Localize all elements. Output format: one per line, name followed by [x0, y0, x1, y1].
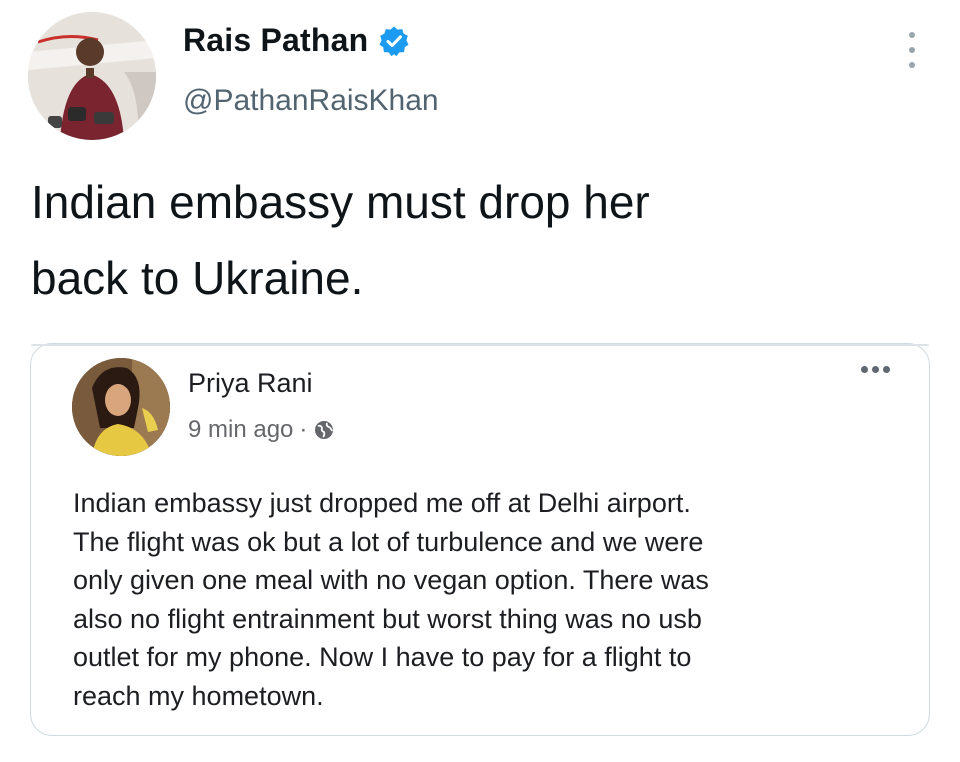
author-handle[interactable]: @PathanRaisKhan	[183, 84, 439, 118]
tweet-text-line: Indian embassy must drop her	[31, 176, 650, 228]
quoted-text-line: reach my hometown.	[73, 680, 324, 711]
quoted-text-line: outlet for my phone. Now I have to pay f…	[73, 642, 692, 672]
tweet-text: Indian embassy must drop her back to Ukr…	[31, 164, 911, 316]
quoted-more-options-icon[interactable]	[861, 366, 890, 373]
quoted-author-avatar[interactable]	[72, 358, 170, 456]
post-timestamp[interactable]: 9 min ago	[188, 416, 293, 444]
quoted-text-line: The flight was ok but a lot of turbulenc…	[73, 526, 704, 557]
verified-badge-icon	[378, 25, 410, 57]
quoted-text-line: only given one meal with no vegan option…	[73, 565, 709, 595]
quoted-post-card[interactable]: Priya Rani 9 min ago · Indian embassy ju…	[30, 343, 930, 736]
quoted-post-meta: 9 min ago ·	[188, 416, 335, 444]
quoted-author-name[interactable]: Priya Rani	[188, 368, 313, 399]
card-divider	[31, 344, 929, 346]
profile-photo-speaker-icon	[28, 12, 156, 140]
author-name[interactable]: Rais Pathan	[183, 22, 368, 59]
quoted-text-line: Indian embassy just dropped me off at De…	[73, 488, 691, 518]
quoted-text-line: also no flight entrainment but worst thi…	[73, 603, 702, 634]
quoted-post-text: Indian embassy just dropped me off at De…	[73, 484, 893, 715]
author-name-row[interactable]: Rais Pathan	[183, 22, 410, 59]
globe-icon	[313, 419, 335, 441]
meta-separator: ·	[299, 416, 308, 443]
author-avatar[interactable]	[28, 12, 156, 140]
more-options-icon[interactable]	[905, 32, 919, 68]
profile-photo-woman-icon	[72, 358, 170, 456]
tweet-text-line: back to Ukraine.	[31, 252, 364, 304]
